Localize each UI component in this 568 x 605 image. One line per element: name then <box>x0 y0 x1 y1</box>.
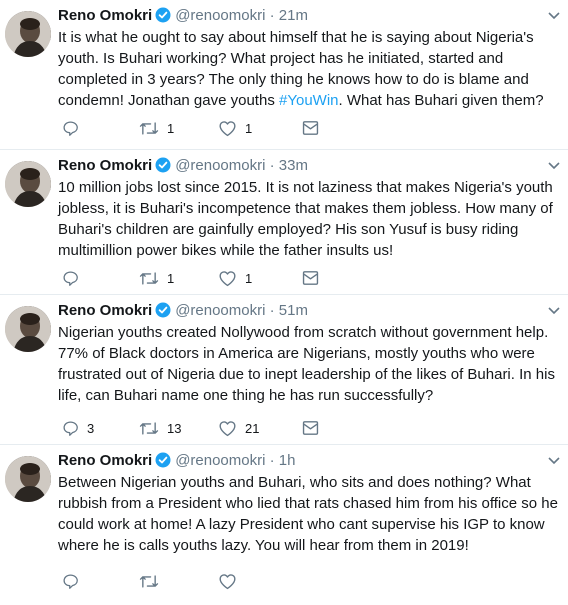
avatar[interactable] <box>5 161 51 207</box>
separator: · <box>269 7 275 24</box>
like-icon <box>219 420 236 436</box>
author-name[interactable]: Reno Omokri <box>58 7 152 24</box>
tweet-2[interactable]: Reno Omokri @renoomokri · 33m 10 million … <box>0 150 568 295</box>
verified-icon <box>155 302 171 324</box>
reply-icon <box>63 573 78 589</box>
avatar-image <box>5 456 51 502</box>
author-name[interactable]: Reno Omokri <box>58 302 152 319</box>
retweet-icon <box>139 271 159 285</box>
reply-button[interactable]: 3 <box>62 418 94 438</box>
separator: · <box>269 302 275 319</box>
reply-icon <box>63 270 78 286</box>
like-button[interactable]: 1 <box>218 268 252 288</box>
tweet-4[interactable]: Reno Omokri @renoomokri · 1h Between Nige… <box>0 445 568 605</box>
like-button[interactable]: 21 <box>218 418 259 438</box>
retweet-icon <box>139 421 159 435</box>
dm-icon <box>302 121 319 135</box>
like-count: 1 <box>245 270 253 286</box>
author-handle[interactable]: @renoomokri <box>175 302 265 319</box>
caret-down-icon[interactable] <box>548 7 560 23</box>
hashtag-link[interactable]: #YouWin <box>279 92 339 109</box>
avatar-image <box>5 306 51 352</box>
timestamp[interactable]: 21m <box>279 7 308 24</box>
tweet-text: Between Nigerian youths and Buhari, who … <box>58 472 563 556</box>
like-count: 1 <box>245 120 253 136</box>
tweet-header: Reno Omokri @renoomokri · 21m <box>58 6 308 29</box>
reply-button[interactable] <box>62 571 79 591</box>
tweet-3[interactable]: Reno Omokri @renoomokri · 51m Nigerian yo… <box>0 295 568 445</box>
retweet-button[interactable]: 1 <box>139 118 174 138</box>
dm-button[interactable] <box>302 418 319 438</box>
retweet-button[interactable]: 1 <box>139 268 174 288</box>
tweet-text: It is what he ought to say about himself… <box>58 27 563 111</box>
author-name[interactable]: Reno Omokri <box>58 157 152 174</box>
retweet-button[interactable] <box>139 571 159 591</box>
like-icon <box>219 120 236 136</box>
tweet-text-tail: . What has Buhari given them? <box>338 92 544 109</box>
caret-down-icon[interactable] <box>548 452 560 468</box>
verified-icon <box>155 157 171 179</box>
retweet-icon <box>139 574 159 588</box>
tweet-header: Reno Omokri @renoomokri · 51m <box>58 301 308 324</box>
timestamp[interactable]: 51m <box>279 302 308 319</box>
separator: · <box>269 157 275 174</box>
tweet-text-body: Nigerian youths created Nollywood from s… <box>58 324 560 404</box>
tweet-header: Reno Omokri @renoomokri · 1h <box>58 451 295 474</box>
retweet-count: 1 <box>167 120 175 136</box>
reply-button[interactable] <box>62 268 87 288</box>
reply-count: 3 <box>87 420 95 436</box>
tweet-text: Nigerian youths created Nollywood from s… <box>58 322 563 406</box>
avatar[interactable] <box>5 456 51 502</box>
author-handle[interactable]: @renoomokri <box>175 7 265 24</box>
avatar[interactable] <box>5 306 51 352</box>
author-handle[interactable]: @renoomokri <box>175 157 265 174</box>
author-handle[interactable]: @renoomokri <box>175 452 265 469</box>
retweet-count: 1 <box>167 270 175 286</box>
verified-icon <box>155 452 171 474</box>
tweet-1[interactable]: Reno Omokri @renoomokri · 21m It is what … <box>0 0 568 150</box>
avatar[interactable] <box>5 11 51 57</box>
caret-down-icon[interactable] <box>548 302 560 318</box>
retweet-icon <box>139 121 159 135</box>
tweet-text-body: Between Nigerian youths and Buhari, who … <box>58 474 563 554</box>
avatar-image <box>5 11 51 57</box>
like-button[interactable]: 1 <box>218 118 252 138</box>
verified-icon <box>155 7 171 29</box>
avatar-image <box>5 161 51 207</box>
like-button[interactable] <box>218 571 237 591</box>
timestamp[interactable]: 33m <box>279 157 308 174</box>
like-icon <box>219 270 236 286</box>
dm-button[interactable] <box>302 118 319 138</box>
reply-icon <box>63 120 78 136</box>
dm-icon <box>302 421 319 435</box>
tweet-text-body: 10 million jobs lost since 2015. It is n… <box>58 179 557 259</box>
reply-icon <box>63 420 78 436</box>
tweet-text: 10 million jobs lost since 2015. It is n… <box>58 177 563 261</box>
author-name[interactable]: Reno Omokri <box>58 452 152 469</box>
timestamp[interactable]: 1h <box>279 452 296 469</box>
reply-button[interactable] <box>62 118 87 138</box>
retweet-button[interactable]: 13 <box>139 418 181 438</box>
retweet-count: 13 <box>167 420 182 436</box>
dm-icon <box>302 271 319 285</box>
tweet-header: Reno Omokri @renoomokri · 33m <box>58 156 308 179</box>
caret-down-icon[interactable] <box>548 157 560 173</box>
like-count: 21 <box>245 420 260 436</box>
dm-button[interactable] <box>302 268 319 288</box>
like-icon <box>219 573 236 589</box>
separator: · <box>269 452 275 469</box>
